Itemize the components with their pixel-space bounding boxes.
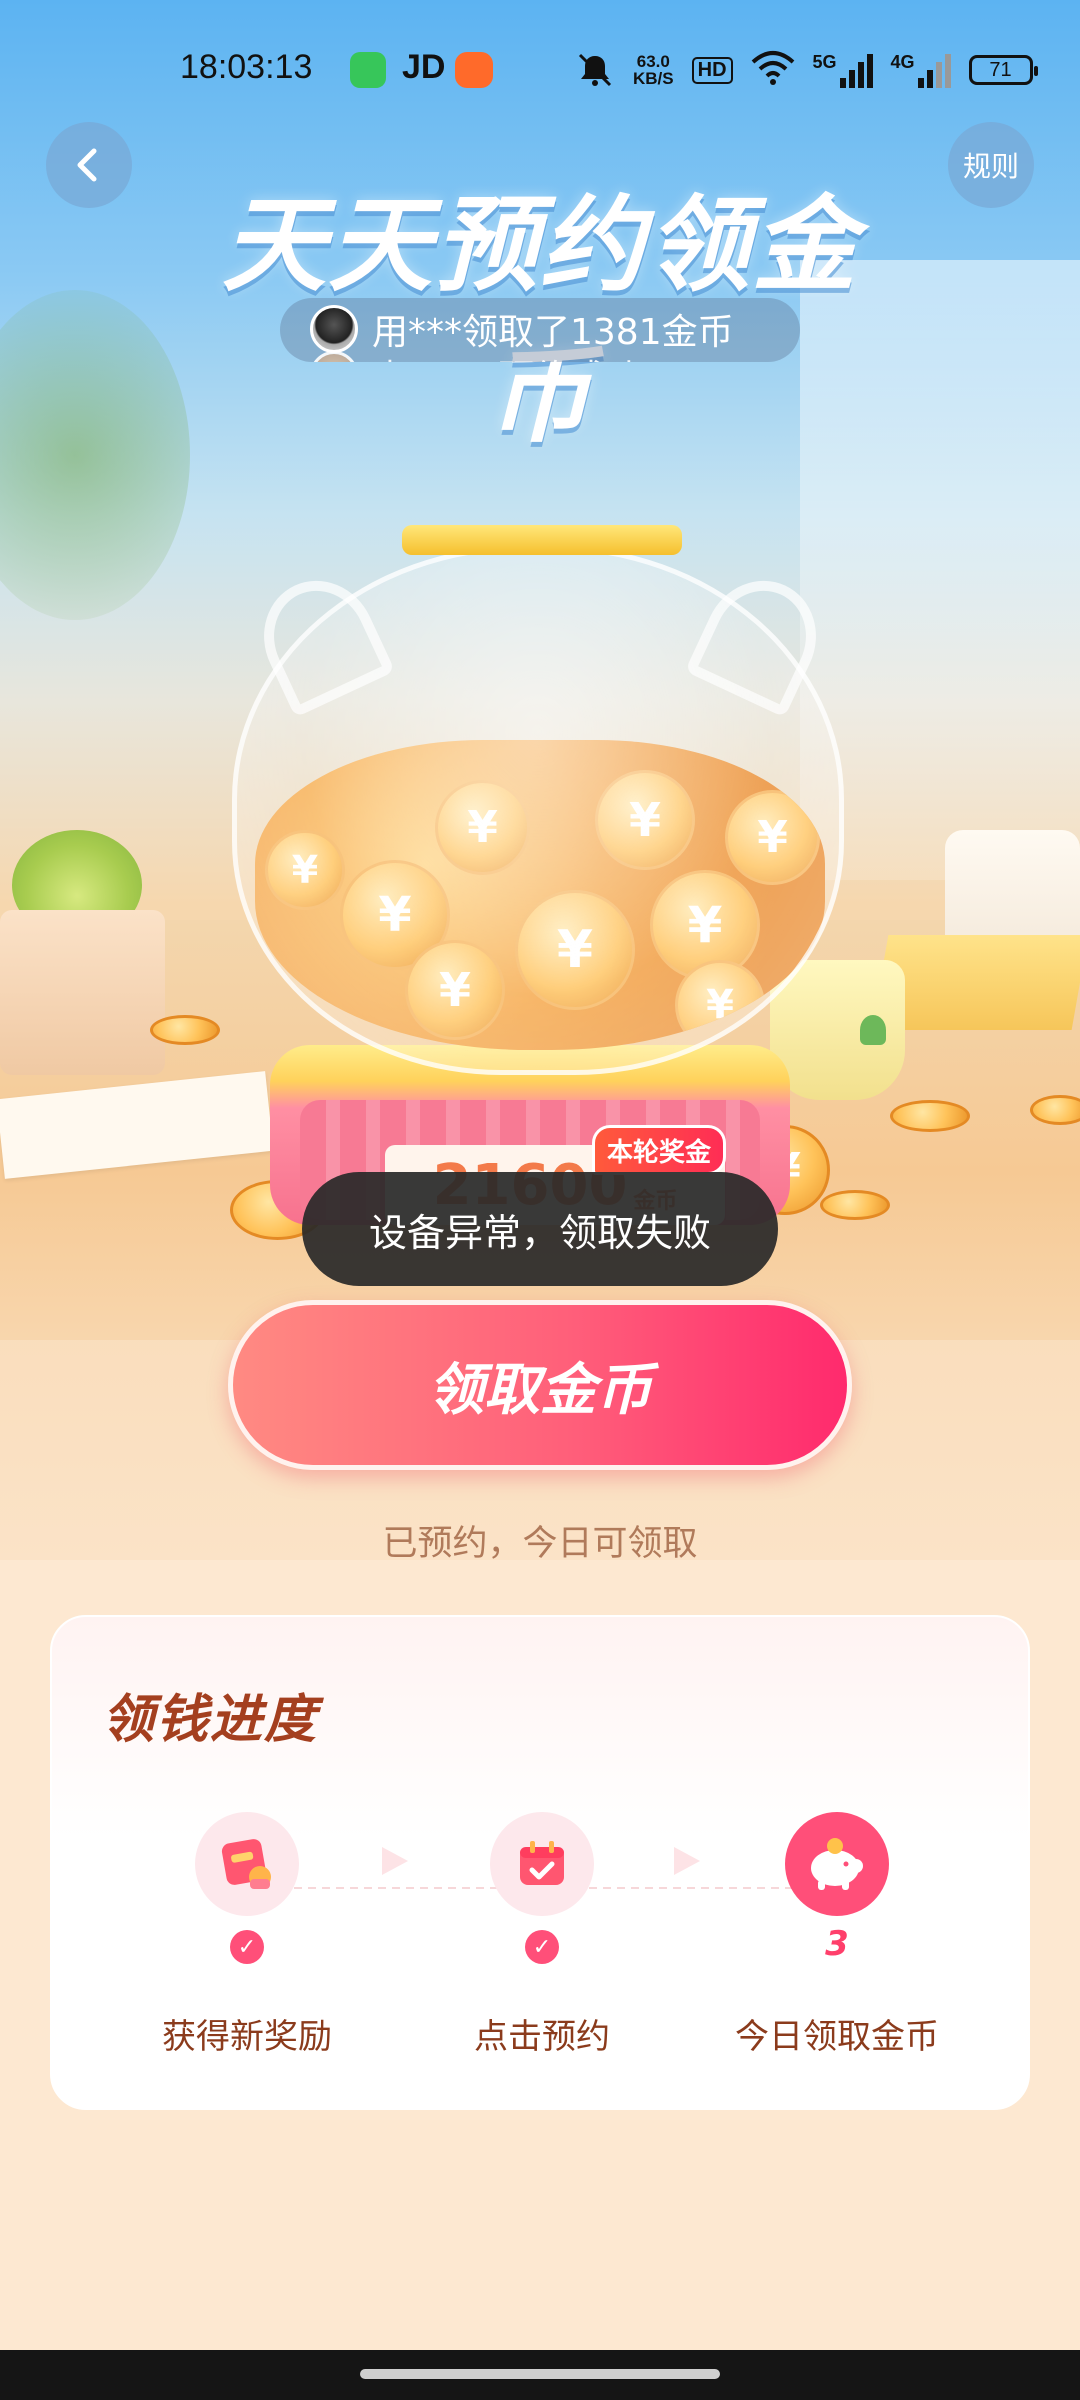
rules-button[interactable]: 规则	[948, 122, 1034, 208]
progress-step: ✓ 点击预约	[412, 1812, 672, 2072]
glass-jar	[232, 545, 844, 1075]
check-icon: ✓	[230, 1930, 264, 1964]
status-bar: 18:03:13 JD 63.0 KB/S HD 5G 4G 71	[0, 0, 1080, 140]
claim-hint: 已预约，今日可领取	[382, 1524, 698, 1564]
coin-icon	[890, 1100, 970, 1132]
home-indicator[interactable]	[360, 2369, 720, 2379]
arrow-right-icon	[674, 1847, 700, 1875]
progress-step: 3 今日领取金币	[707, 1812, 967, 2072]
network-speed-unit: KB/S	[633, 69, 674, 88]
progress-card: 领钱进度 ✓ 获得新奖励 ✓ 点击预约 3 今日领取金币	[50, 1615, 1030, 2110]
step-label: 点击预约	[474, 2017, 610, 2057]
step-label: 获得新奖励	[162, 2017, 332, 2057]
message-app-icon	[350, 52, 386, 88]
arrow-right-icon	[382, 1847, 408, 1875]
calendar-check-icon	[490, 1812, 594, 1916]
prize-tag: 本轮奖金	[592, 1125, 726, 1175]
chevron-left-icon	[77, 148, 97, 182]
signal-4g: 4G	[891, 52, 951, 88]
step-label: 今日领取金币	[735, 2017, 939, 2057]
back-button[interactable]	[46, 122, 132, 208]
step-number: 3	[825, 1924, 849, 1964]
check-icon: ✓	[525, 1930, 559, 1964]
coin-icon	[150, 1015, 220, 1045]
jar-lid	[402, 525, 682, 555]
signal-5g-label: 5G	[812, 52, 837, 72]
progress-title: 领钱进度	[102, 1690, 319, 1750]
hd-badge: HD	[691, 56, 733, 84]
status-indicators: 63.0 KB/S HD 5G 4G 71	[575, 45, 1038, 95]
bell-off-icon	[575, 50, 615, 90]
battery-icon: 71	[968, 55, 1038, 85]
avatar	[310, 351, 358, 362]
video-app-icon	[455, 52, 493, 88]
leaf-icon	[860, 1015, 886, 1045]
signal-4g-label: 4G	[890, 52, 915, 72]
piggy-bank-icon	[785, 1812, 889, 1916]
signal-5g: 5G	[813, 52, 873, 88]
ticker-text: 用***领取了1381金币	[372, 312, 734, 353]
network-speed: 63.0 KB/S	[633, 53, 674, 87]
ticker-item: 李***已预约成功	[310, 350, 642, 362]
reward-ticker: 用***领取了1381金币 李***已预约成功	[280, 298, 800, 362]
status-time: 18:03:13	[180, 48, 313, 86]
avatar	[310, 305, 358, 353]
progress-step: ✓ 获得新奖励	[117, 1812, 377, 2072]
wifi-icon	[751, 50, 795, 90]
plant-pot	[0, 910, 165, 1075]
ticker-item: 用***领取了1381金币	[310, 304, 734, 354]
ticker-text: 李***已预约成功	[372, 349, 642, 362]
claim-coins-button[interactable]: 领取金币	[228, 1300, 852, 1470]
coin-icon	[820, 1190, 890, 1220]
jd-app-icon: JD	[402, 48, 446, 86]
error-toast: 设备异常，领取失败	[302, 1172, 778, 1286]
red-envelope-icon	[195, 1812, 299, 1916]
